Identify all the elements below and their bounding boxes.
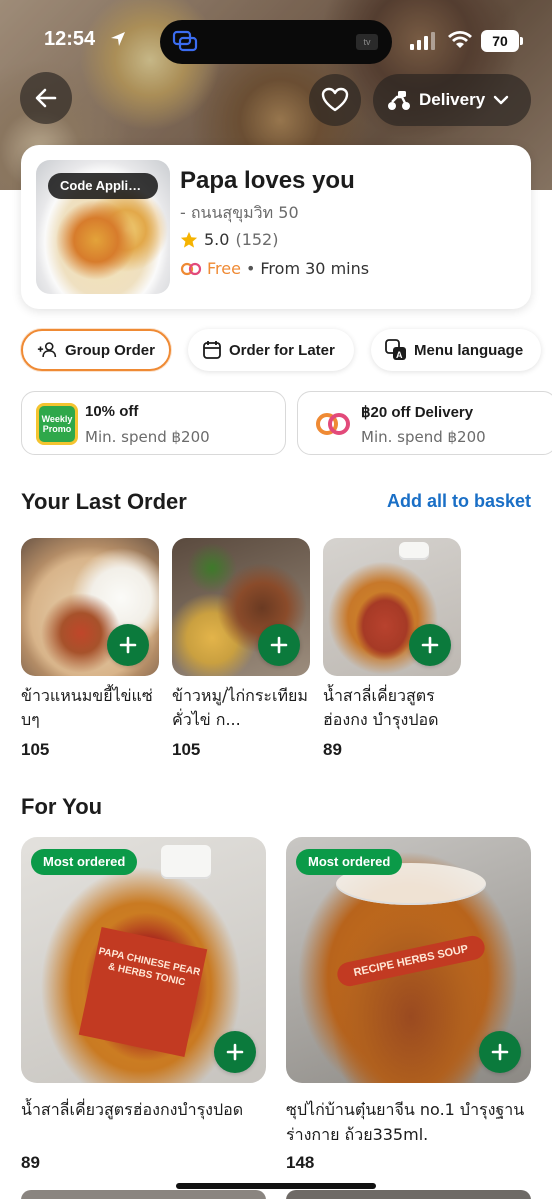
food-image: RECIPE HERBS SOUP Most ordered (286, 837, 531, 1083)
favorite-button[interactable] (309, 74, 361, 126)
food-image (21, 538, 159, 676)
last-order-heading: Your Last Order (21, 489, 187, 514)
add-item-button[interactable] (409, 624, 451, 666)
delivery-fee: Free (207, 259, 241, 278)
delivery-discount-icon (316, 413, 350, 435)
last-order-item[interactable]: ข้าวหมู/ไก่กระเทียมคั่วไข่ ก... 105 (172, 538, 310, 760)
add-item-button[interactable] (258, 624, 300, 666)
promo-title: ฿20 off Delivery (361, 404, 474, 421)
delivery-mode-selector[interactable]: Delivery (373, 74, 531, 126)
plus-icon (270, 636, 288, 654)
item-price: 89 (21, 1153, 40, 1172)
restaurant-rating: 5.0 (152) (180, 230, 278, 249)
location-arrow-icon (111, 32, 125, 46)
item-name: น้ำสาลี่เคี่ยวสูตรฮ่องกง บำรุงปอด (323, 686, 439, 729)
add-item-button[interactable] (479, 1031, 521, 1073)
item-price: 105 (21, 740, 50, 759)
item-name: ซุปไก่บ้านตุ๋นยาจีน no.1 บำรุงฐานร่างกาย… (286, 1100, 525, 1144)
restaurant-name: Papa loves you (180, 167, 355, 194)
delivery-pass-icon (180, 262, 202, 275)
weekly-promo-icon-text: Weekly Promo (41, 414, 73, 434)
plus-icon (421, 636, 439, 654)
status-time: 12:54 (44, 28, 96, 50)
bottle-cap (399, 542, 429, 560)
svg-text:A: A (396, 350, 403, 360)
most-ordered-tag: Most ordered (31, 849, 138, 875)
food-image: PAPA CHINESE PEAR & HERBS TONIC Most ord… (21, 837, 266, 1083)
cellular-signal-icon (410, 32, 435, 50)
star-icon (180, 231, 198, 248)
bottle-label: PAPA CHINESE PEAR & HERBS TONIC (78, 926, 208, 1058)
promo-title: 10% off (85, 403, 139, 420)
promo-subtitle: Min. spend ฿200 (85, 428, 210, 446)
food-image (172, 538, 310, 676)
back-arrow-icon (35, 88, 57, 108)
calendar-icon (203, 341, 221, 359)
promo-card-delivery[interactable]: ฿20 off Delivery Min. spend ฿200 (297, 391, 552, 455)
order-later-label: Order for Later (229, 341, 335, 359)
promo-subtitle: Min. spend ฿200 (361, 428, 486, 446)
item-name: ข้าวแหนมขยี้ไข่แซ่บๆ (21, 686, 153, 729)
restaurant-thumbnail: Code Applic... (36, 160, 170, 294)
for-you-heading: For You (21, 794, 103, 819)
next-item-peek (21, 1190, 266, 1199)
group-order-button[interactable]: Group Order (21, 329, 171, 371)
item-price: 89 (323, 740, 342, 759)
bottle-cap (161, 845, 211, 879)
item-price: 105 (172, 740, 201, 759)
add-item-button[interactable] (107, 624, 149, 666)
for-you-item[interactable]: PAPA CHINESE PEAR & HERBS TONIC Most ord… (21, 837, 266, 1173)
rating-value: 5.0 (204, 230, 230, 249)
menu-language-label: Menu language (414, 341, 524, 359)
chevron-down-icon (493, 95, 509, 105)
plus-icon (119, 636, 137, 654)
plus-icon (226, 1043, 244, 1061)
add-all-to-basket-link[interactable]: Add all to basket (387, 491, 531, 512)
last-order-item[interactable]: ข้าวแหนมขยี้ไข่แซ่บๆ 105 (21, 538, 159, 760)
restaurant-info-card[interactable]: Code Applic... Papa loves you - ถนนสุขุม… (21, 145, 531, 309)
status-bar: 12:54 tv 70 (0, 18, 552, 64)
delivery-mode-label: Delivery (419, 90, 486, 109)
translate-icon: A (385, 339, 406, 360)
for-you-item[interactable]: RECIPE HERBS SOUP Most ordered ซุปไก่บ้า… (286, 837, 531, 1173)
weekly-promo-icon: Weekly Promo (36, 403, 78, 445)
next-item-peek (286, 1190, 531, 1199)
code-applied-badge: Code Applic... (48, 173, 158, 199)
food-image (323, 538, 461, 676)
info-separator: • (245, 259, 256, 278)
item-name: ข้าวหมู/ไก่กระเทียมคั่วไข่ ก... (172, 686, 308, 729)
tv-icon: tv (356, 34, 378, 50)
dynamic-island: tv (160, 20, 392, 64)
container-label: RECIPE HERBS SOUP (335, 933, 487, 989)
add-item-button[interactable] (214, 1031, 256, 1073)
app-activity-icon (172, 30, 198, 52)
item-price: 148 (286, 1153, 315, 1172)
wifi-icon (448, 31, 472, 48)
delivery-time: From 30 mins (260, 259, 370, 278)
group-add-icon (37, 342, 57, 358)
home-indicator[interactable] (176, 1183, 376, 1189)
delivery-scooter-icon (388, 91, 410, 110)
item-name: น้ำสาลี่เคี่ยวสูตรฮ่องกงบำรุงปอด (21, 1100, 244, 1119)
battery-indicator: 70 (481, 30, 523, 52)
back-button[interactable] (20, 72, 72, 124)
order-for-later-button[interactable]: Order for Later (188, 329, 354, 371)
rating-count: (152) (235, 230, 279, 249)
most-ordered-tag: Most ordered (296, 849, 403, 875)
delivery-info: Free • From 30 mins (180, 259, 369, 278)
menu-language-button[interactable]: A Menu language (371, 329, 541, 371)
group-order-label: Group Order (64, 341, 155, 359)
plus-icon (491, 1043, 509, 1061)
restaurant-branch: - ถนนสุขุมวิท 50 (180, 203, 299, 222)
promo-card-weekly[interactable]: Weekly Promo 10% off Min. spend ฿200 (21, 391, 286, 455)
heart-icon (321, 87, 349, 112)
last-order-item[interactable]: น้ำสาลี่เคี่ยวสูตรฮ่องกง บำรุงปอด 89 (323, 538, 461, 760)
